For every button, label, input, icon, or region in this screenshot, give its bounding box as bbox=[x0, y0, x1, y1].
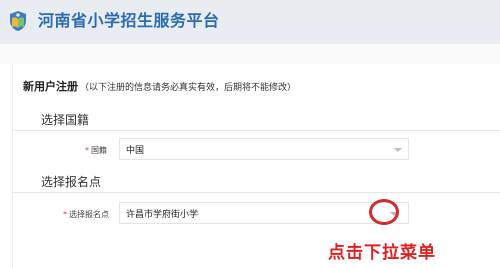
nationality-value: 中国 bbox=[126, 146, 145, 156]
registration-point-value: 许昌市学府街小学 bbox=[126, 210, 199, 220]
section-label-registration-point: 选择报名点 bbox=[41, 175, 102, 189]
required-mark: * bbox=[63, 210, 67, 219]
form-title: 新用户注册 bbox=[23, 80, 78, 93]
site-header: 河南省小学招生服务平台 bbox=[0, 0, 500, 44]
nationality-label-text: 国籍 bbox=[91, 146, 107, 155]
highlight-circle bbox=[369, 199, 399, 225]
registration-point-label-text: 选择报名点 bbox=[69, 210, 109, 219]
form-heading: 新用户注册 （以下注册的信息请务必真实有效，后期将不能修改） bbox=[23, 78, 296, 94]
nationality-select[interactable]: 中国 bbox=[119, 138, 409, 160]
section-label-nationality: 选择国籍 bbox=[41, 113, 90, 127]
page-background bbox=[0, 44, 500, 64]
book-shield-logo-icon bbox=[10, 11, 26, 31]
chevron-down-icon bbox=[394, 148, 402, 152]
section-nationality: 选择国籍 bbox=[13, 108, 500, 131]
annotation-text: 点击下拉菜单 bbox=[328, 243, 436, 263]
form-note: （以下注册的信息请务必真实有效，后期将不能修改） bbox=[80, 83, 297, 93]
section-registration-point: 选择报名点 bbox=[13, 170, 500, 193]
site-title: 河南省小学招生服务平台 bbox=[38, 11, 220, 30]
required-mark: * bbox=[85, 146, 89, 155]
registration-point-label: * 选择报名点 bbox=[63, 209, 109, 220]
registration-point-select[interactable]: 许昌市学府街小学 bbox=[119, 202, 409, 224]
nationality-label: * 国籍 bbox=[85, 145, 107, 156]
